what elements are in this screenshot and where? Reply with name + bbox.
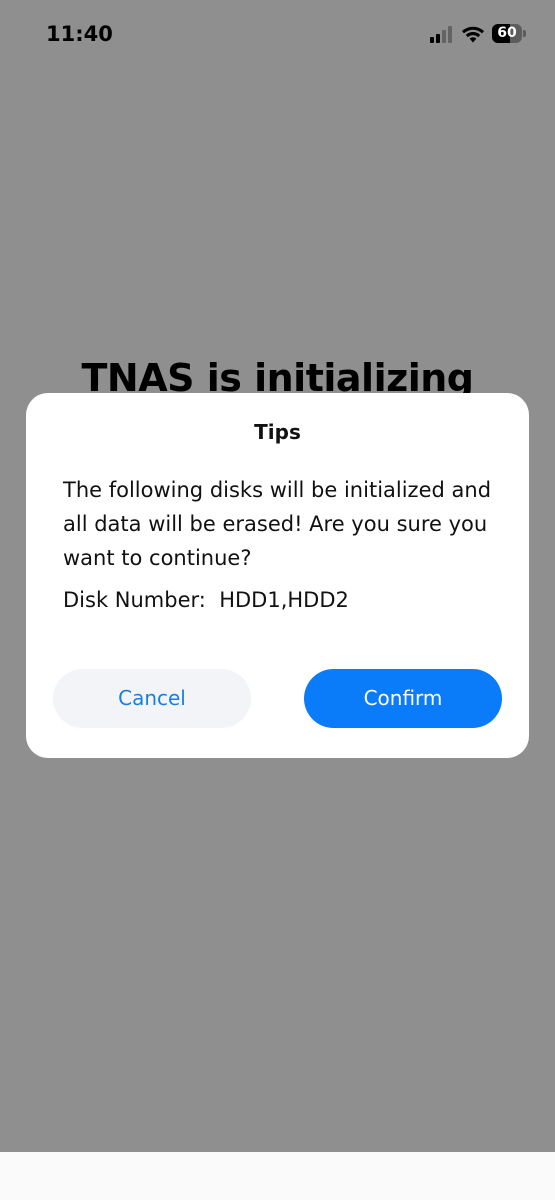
confirm-button[interactable]: Confirm bbox=[304, 669, 502, 728]
battery-icon: 60 bbox=[492, 24, 528, 43]
bottom-bar bbox=[0, 1152, 555, 1200]
confirm-dialog: Tips The following disks will be initial… bbox=[26, 393, 529, 758]
battery-level: 60 bbox=[497, 25, 517, 41]
status-bar: 11:40 60 bbox=[0, 0, 555, 70]
cellular-signal-icon bbox=[430, 26, 456, 43]
status-time: 11:40 bbox=[46, 22, 113, 46]
dialog-title: Tips bbox=[254, 420, 301, 444]
disk-number-text: Disk Number: HDD1,HDD2 bbox=[63, 588, 349, 612]
wifi-icon bbox=[462, 26, 484, 43]
screen: TNAS is initializing 11:40 60 Tips The f… bbox=[0, 0, 555, 1200]
cancel-button[interactable]: Cancel bbox=[53, 669, 251, 728]
dialog-message: The following disks will be initialized … bbox=[63, 478, 492, 570]
